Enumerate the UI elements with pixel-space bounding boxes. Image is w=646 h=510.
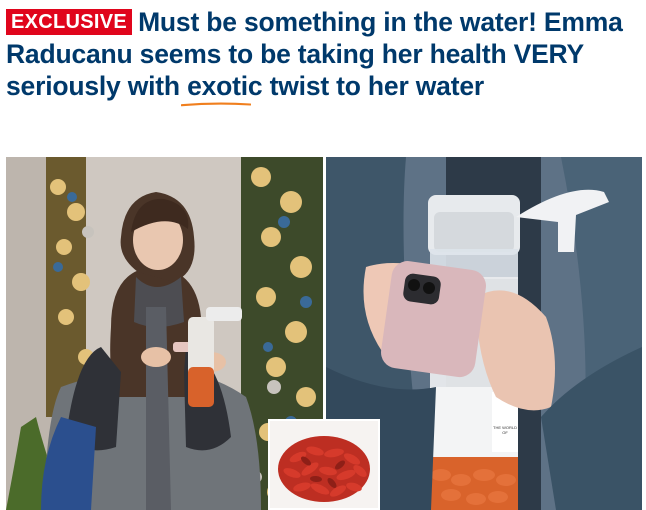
bottle-label-text: THE WORLD OF (493, 425, 517, 435)
goji-berries-inset[interactable] (268, 419, 380, 510)
article-headline[interactable]: EXCLUSIVE Must be something in the water!… (6, 6, 642, 107)
exclusive-badge: EXCLUSIVE (6, 9, 133, 35)
photo-collage[interactable]: THE WORLD OF (6, 157, 642, 510)
goji-berries-icon (270, 421, 378, 508)
highlight-text: exotic twist (187, 71, 329, 101)
headline-text-after: to her water (329, 71, 484, 101)
orange-underline (181, 102, 252, 107)
headline-highlight: exotic twist (181, 70, 329, 107)
